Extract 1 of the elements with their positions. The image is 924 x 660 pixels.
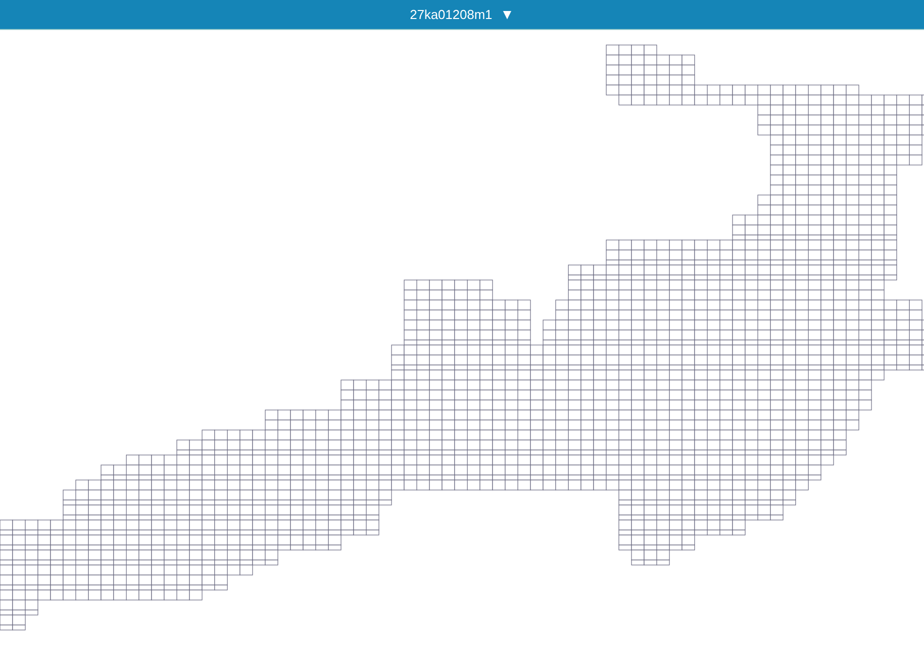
- map-selector-dropdown[interactable]: 27ka01208m1 ▼: [410, 4, 514, 25]
